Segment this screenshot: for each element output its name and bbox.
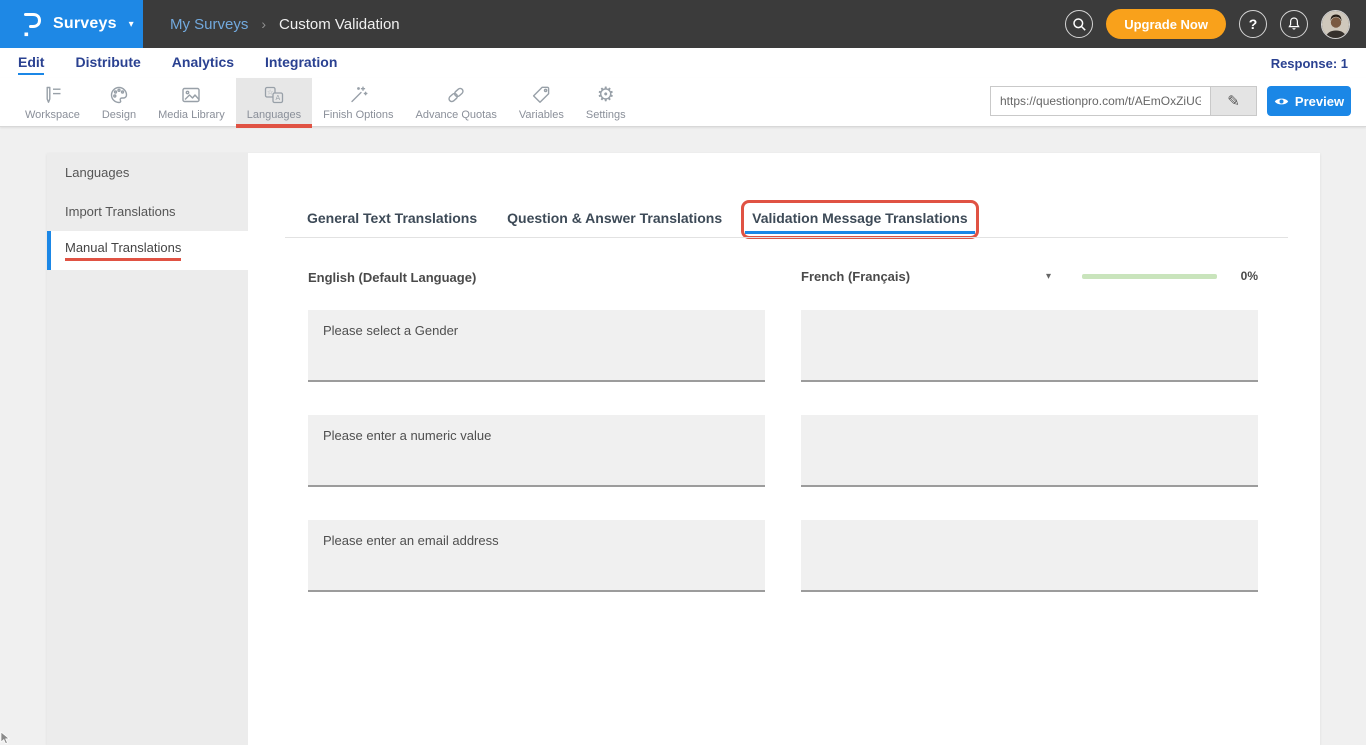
sidebar-item-manual-translations[interactable]: Manual Translations <box>47 231 248 270</box>
product-menu-label: Surveys <box>53 15 117 33</box>
tab-general-text-translations[interactable]: General Text Translations <box>307 210 477 226</box>
languages-translate-icon: ☆ A <box>263 84 285 106</box>
notifications-button[interactable] <box>1280 10 1308 38</box>
questionpro-logo-icon <box>21 11 42 38</box>
survey-nav-items: Edit Distribute Analytics Integration <box>18 52 337 75</box>
header-actions: Upgrade Now ? <box>1065 9 1366 39</box>
toolbar-item-finish-options[interactable]: Finish Options <box>312 78 404 126</box>
toolbar-item-label: Design <box>102 109 136 121</box>
response-count[interactable]: Response: 1 <box>1271 56 1348 71</box>
toolbar-item-label: Variables <box>519 109 564 121</box>
sidebar-item-import-translations[interactable]: Import Translations <box>47 192 248 231</box>
toolbar-item-label: Media Library <box>158 109 225 121</box>
breadcrumb: My Surveys › Custom Validation <box>170 16 400 33</box>
search-button[interactable] <box>1065 10 1093 38</box>
survey-url-box: ✎ <box>990 86 1257 116</box>
toolbar-item-advance-quotas[interactable]: Advance Quotas <box>404 78 507 126</box>
product-switcher[interactable]: Surveys ▾ <box>0 0 143 48</box>
toolbar-items: Workspace Design <box>14 78 637 126</box>
app-screen: Surveys ▾ My Surveys › Custom Validation… <box>0 0 1366 745</box>
chevron-down-icon: ▾ <box>129 19 134 30</box>
bell-icon <box>1286 16 1302 32</box>
annotation-languages-underline <box>236 124 312 128</box>
help-button[interactable]: ? <box>1239 10 1267 38</box>
question-mark-icon: ? <box>1249 16 1258 32</box>
toolbar-item-languages[interactable]: ☆ A Languages <box>236 78 312 126</box>
preview-label: Preview <box>1295 94 1344 109</box>
translation-input-french-2[interactable] <box>801 415 1258 487</box>
toolbar-item-label: Languages <box>247 109 301 121</box>
gear-icon: ⚙ <box>597 84 615 106</box>
avatar-photo <box>1322 11 1350 39</box>
source-message-2: Please enter a numeric value <box>308 415 765 487</box>
nav-tab-integration[interactable]: Integration <box>265 52 337 75</box>
toolbar-item-settings[interactable]: ⚙ Settings <box>575 78 637 126</box>
target-language-header: French (Français) ▾ 0% <box>801 266 1258 286</box>
toolbar-item-label: Workspace <box>25 109 80 121</box>
workspace-icon <box>41 84 63 106</box>
source-message-1: Please select a Gender <box>308 310 765 382</box>
target-language-dropdown[interactable]: French (Français) ▾ <box>801 269 1051 284</box>
chain-links-icon <box>445 84 467 106</box>
survey-url-input[interactable] <box>990 86 1210 116</box>
pencil-icon: ✎ <box>1227 92 1240 110</box>
toolbar-item-design[interactable]: Design <box>91 78 147 126</box>
tab-question-answer-translations[interactable]: Question & Answer Translations <box>507 210 722 226</box>
sidebar-item-languages[interactable]: Languages <box>47 153 248 192</box>
nav-tab-analytics[interactable]: Analytics <box>172 52 234 75</box>
breadcrumb-current-survey: Custom Validation <box>279 16 400 33</box>
toolbar-item-variables[interactable]: Variables <box>508 78 575 126</box>
languages-panel: Languages Import Translations Manual Tra… <box>47 153 1320 745</box>
top-header: Surveys ▾ My Surveys › Custom Validation… <box>0 0 1366 48</box>
source-message-3: Please enter an email address <box>308 520 765 592</box>
svg-text:☆: ☆ <box>267 89 273 97</box>
media-library-icon <box>180 84 202 106</box>
mouse-cursor <box>0 731 10 745</box>
chevron-down-icon: ▾ <box>1046 271 1051 282</box>
svg-text:A: A <box>275 95 280 102</box>
toolbar-item-label: Finish Options <box>323 109 393 121</box>
upgrade-now-button[interactable]: Upgrade Now <box>1106 9 1226 39</box>
translation-progress-bar <box>1082 274 1217 279</box>
languages-sidebar: Languages Import Translations Manual Tra… <box>47 153 248 745</box>
toolbar-item-workspace[interactable]: Workspace <box>14 78 91 126</box>
edit-url-button[interactable]: ✎ <box>1210 86 1257 116</box>
search-icon <box>1072 17 1087 32</box>
translation-input-french-3[interactable] <box>801 520 1258 592</box>
toolbar-item-label: Advance Quotas <box>415 109 496 121</box>
toolbar-item-label: Settings <box>586 109 626 121</box>
target-language-label: French (Français) <box>801 269 910 284</box>
translation-input-french-1[interactable] <box>801 310 1258 382</box>
breadcrumb-my-surveys[interactable]: My Surveys <box>170 16 248 33</box>
eye-icon <box>1274 96 1289 107</box>
preview-button[interactable]: Preview <box>1267 86 1351 116</box>
edit-toolbar: Workspace Design <box>0 78 1366 127</box>
source-language-header: English (Default Language) <box>308 270 476 285</box>
user-avatar[interactable] <box>1321 10 1350 39</box>
design-palette-icon <box>108 84 130 106</box>
nav-tab-distribute[interactable]: Distribute <box>75 52 140 75</box>
magic-wand-icon <box>347 84 369 106</box>
translation-tabs: General Text Translations Question & Ans… <box>307 210 968 226</box>
toolbar-item-media-library[interactable]: Media Library <box>147 78 236 126</box>
annotation-manual-translations-underline: Manual Translations <box>65 240 181 261</box>
nav-tab-edit[interactable]: Edit <box>18 52 44 75</box>
tag-icon <box>530 84 552 106</box>
breadcrumb-separator: › <box>261 16 266 32</box>
tab-validation-message-translations[interactable]: Validation Message Translations <box>752 210 968 226</box>
survey-nav: Edit Distribute Analytics Integration Re… <box>0 48 1366 78</box>
translation-progress-percent: 0% <box>1241 269 1258 283</box>
tabs-divider <box>285 237 1288 238</box>
